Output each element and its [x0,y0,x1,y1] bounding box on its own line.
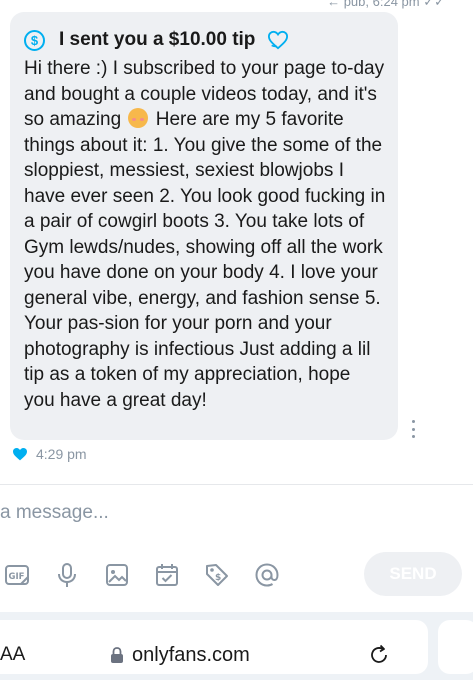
message-text: Hi there :) I subscribed to your page to… [24,56,386,413]
browser-address-bar: AA onlyfans.com [0,612,473,680]
url-text: onlyfans.com [132,644,250,666]
message-time: 4:29 pm [36,446,87,462]
voice-button[interactable] [52,560,82,590]
mention-button[interactable] [252,560,282,590]
svg-text:GIF: GIF [9,572,25,582]
send-button[interactable]: SEND [364,552,462,596]
tip-header: $ I sent you a $10.00 tip [24,26,384,54]
previous-message-timestamp: ← pub, 6:24 pm ✓✓ [327,0,445,9]
tip-label: I sent you a $10.00 tip [59,29,256,50]
at-sign-icon [255,563,279,587]
image-icon [106,564,128,586]
message-input[interactable] [0,498,440,528]
more-options-icon[interactable] [410,420,416,438]
message-meta: 4:29 pm [12,446,87,462]
smiling-face-with-hearts-icon [128,108,149,128]
microphone-icon [58,563,76,587]
message-text-part-2: Here are my 5 favorite things about it: … [24,109,386,411]
schedule-button[interactable] [152,560,182,590]
media-button[interactable] [102,560,132,590]
price-tag-icon: $ [206,564,228,586]
dollar-circle-icon: $ [24,29,45,51]
composer-divider [0,484,473,485]
heart-filled-icon[interactable] [12,447,28,461]
text-size-button[interactable]: AA [0,644,25,666]
lock-icon [111,647,123,663]
reload-icon[interactable] [368,644,390,666]
heart-outline-icon [268,30,289,50]
gif-button[interactable]: GIF [2,560,32,590]
next-tab-preview[interactable] [438,620,473,674]
gif-icon: GIF [5,565,29,585]
price-button[interactable]: $ [202,560,232,590]
svg-text:$: $ [215,573,221,583]
calendar-icon [156,564,178,586]
tip-message-bubble: $ I sent you a $10.00 tip Hi there :) I … [10,12,398,440]
url-field[interactable]: AA onlyfans.com [0,620,428,674]
